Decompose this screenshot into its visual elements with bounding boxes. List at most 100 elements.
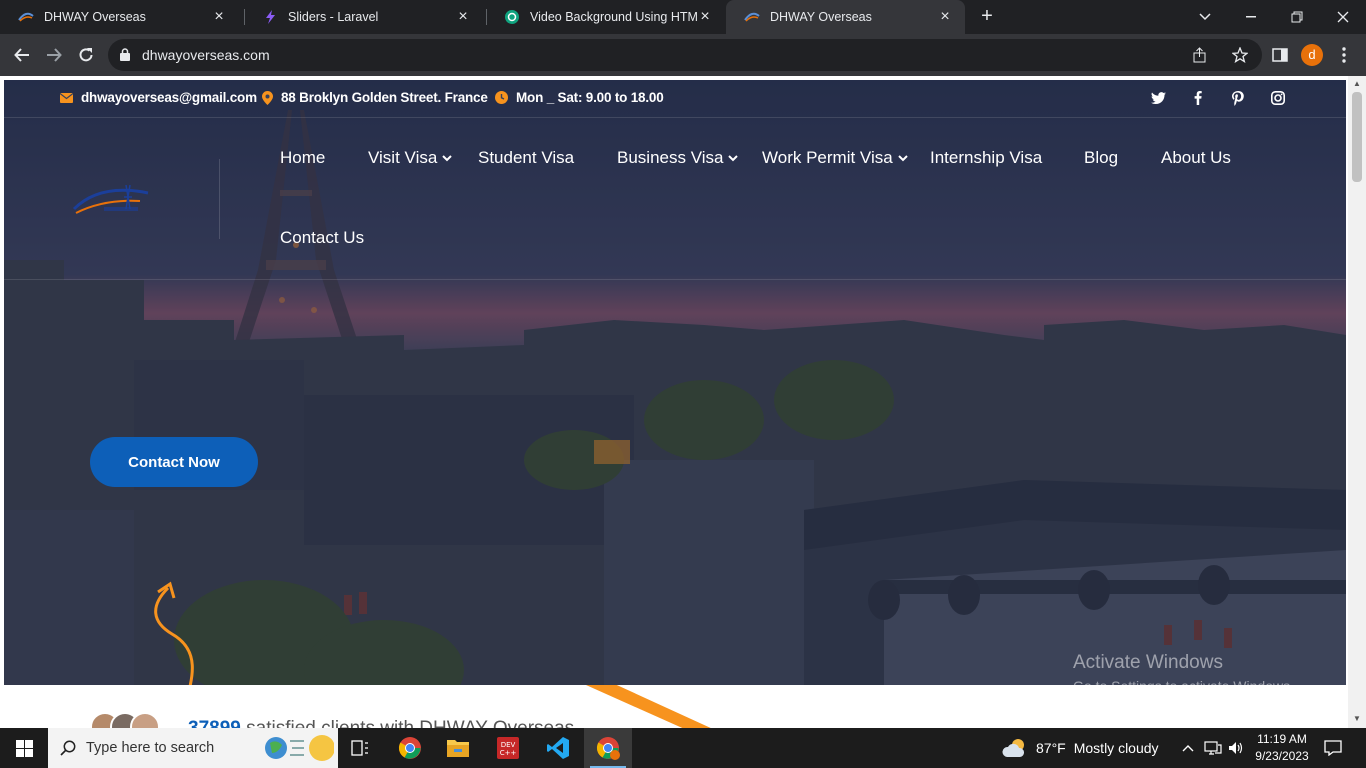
clock-icon: [495, 91, 508, 104]
side-panel-icon[interactable]: [1270, 45, 1290, 65]
clients-label: satisfied clients with DHWAY Overseas: [241, 718, 574, 728]
task-view-icon: [351, 740, 368, 756]
browser-toolbar: dhwayoverseas.com d: [0, 34, 1366, 76]
volume-icon[interactable]: [1228, 728, 1244, 768]
tab-title: Sliders - Laravel: [288, 10, 379, 24]
nav-label: Student Visa: [478, 148, 575, 167]
windows-start-button[interactable]: [0, 728, 48, 768]
top-info-bar: dhwayoverseas@gmail.com 88 Broklyn Golde…: [4, 80, 1346, 118]
lock-icon[interactable]: [120, 48, 130, 66]
email-info[interactable]: dhwayoverseas@gmail.com: [60, 90, 257, 105]
task-view-button[interactable]: [336, 728, 384, 768]
chrome-icon: [596, 737, 620, 760]
clock-date: 9/23/2023: [1255, 749, 1309, 763]
nav-contact-us[interactable]: Contact Us: [280, 228, 364, 248]
weather-temp: 87°F: [1036, 740, 1066, 756]
chrome-taskbar-app[interactable]: [386, 728, 434, 768]
browser-tab-1[interactable]: DHWAY Overseas ×: [0, 0, 239, 34]
clients-count: 37899: [188, 718, 241, 728]
nav-label: Internship Visa: [930, 148, 1043, 167]
cloudy-weather-icon: [1002, 739, 1025, 757]
restore-window-button[interactable]: [1274, 0, 1320, 34]
instagram-icon[interactable]: [1270, 90, 1286, 106]
weather-widget[interactable]: 87°F Mostly cloudy: [1002, 728, 1159, 768]
chevron-down-icon: [728, 154, 739, 162]
scrollbar-thumb[interactable]: [1352, 92, 1362, 182]
nav-home[interactable]: Home: [280, 148, 325, 168]
nav-internship-visa[interactable]: Internship Visa: [930, 148, 1042, 168]
scroll-up-icon[interactable]: ▲: [1352, 79, 1362, 89]
twitter-icon[interactable]: [1150, 90, 1166, 106]
watermark-title: Activate Windows: [1073, 652, 1223, 673]
forward-arrow-icon[interactable]: [42, 43, 66, 67]
email-text: dhwayoverseas@gmail.com: [81, 90, 257, 105]
pinterest-icon[interactable]: [1230, 90, 1246, 106]
address-info: 88 Broklyn Golden Street. France: [262, 90, 488, 105]
nav-visit-visa[interactable]: Visit Visa: [368, 148, 453, 168]
nav-blog[interactable]: Blog: [1084, 148, 1118, 168]
system-clock[interactable]: 11:19 AM 9/23/2023: [1246, 731, 1318, 765]
clock-time: 11:19 AM: [1257, 732, 1307, 746]
tab-search-chevron-icon[interactable]: [1182, 0, 1228, 34]
bookmark-star-icon[interactable]: [1231, 46, 1249, 64]
new-tab-button[interactable]: +: [976, 5, 998, 27]
nav-student-visa[interactable]: Student Visa: [478, 148, 574, 168]
close-tab-icon[interactable]: ×: [211, 9, 227, 25]
network-icon[interactable]: [1204, 728, 1222, 768]
client-avatars: [90, 712, 160, 728]
browser-tab-3[interactable]: Video Background Using HTML5 ×: [486, 0, 725, 34]
vscode-icon: [547, 737, 569, 759]
profile-avatar[interactable]: d: [1301, 44, 1323, 66]
envelope-icon: [60, 92, 73, 103]
windows-taskbar: Type here to search DEV C++ 87°F Mostly c…: [0, 728, 1366, 768]
nav-business-visa[interactable]: Business Visa: [617, 148, 739, 168]
file-explorer-taskbar-app[interactable]: [434, 728, 482, 768]
browser-tab-2[interactable]: Sliders - Laravel ×: [244, 0, 483, 34]
more-menu-icon[interactable]: [1334, 45, 1354, 65]
nav-label: Home: [280, 148, 326, 167]
dhway-favicon-icon: [744, 9, 760, 25]
close-tab-icon[interactable]: ×: [937, 9, 953, 25]
nav-label: Business Visa: [617, 148, 724, 167]
contact-now-button[interactable]: Contact Now: [90, 437, 258, 487]
address-text: 88 Broklyn Golden Street. France: [281, 90, 488, 105]
close-tab-icon[interactable]: ×: [455, 9, 471, 25]
devcpp-taskbar-app[interactable]: DEV C++: [484, 728, 532, 768]
scroll-down-icon[interactable]: ▼: [1352, 714, 1362, 724]
nav-label: Contact Us: [280, 228, 365, 247]
hours-text: Mon _ Sat: 9.00 to 18.00: [516, 90, 664, 105]
notification-icon: [1324, 740, 1342, 756]
page-scrollbar[interactable]: ▲ ▼: [1348, 76, 1366, 728]
chevron-down-icon: [442, 154, 453, 162]
close-tab-icon[interactable]: ×: [697, 9, 713, 25]
browser-tab-4-active[interactable]: DHWAY Overseas ×: [726, 0, 965, 34]
weather-desc: Mostly cloudy: [1073, 740, 1159, 756]
chevron-up-icon: [1182, 745, 1194, 752]
chrome-profile-taskbar-app-active[interactable]: [584, 728, 632, 768]
address-bar[interactable]: dhwayoverseas.com: [108, 39, 1262, 71]
facebook-icon[interactable]: [1190, 90, 1206, 106]
tab-title: DHWAY Overseas: [44, 10, 146, 24]
nav-label: Work Permit Visa: [762, 148, 893, 167]
nav-work-permit-visa[interactable]: Work Permit Visa: [762, 148, 908, 168]
notifications-button[interactable]: [1324, 728, 1342, 768]
nav-about-us[interactable]: About Us: [1161, 148, 1231, 168]
logo-divider: [219, 159, 220, 239]
browser-tabstrip: DHWAY Overseas × Sliders - Laravel × Vid…: [0, 0, 1366, 34]
taskbar-search-box[interactable]: Type here to search: [48, 728, 338, 768]
minimize-window-button[interactable]: [1228, 0, 1274, 34]
show-hidden-icons-button[interactable]: [1182, 728, 1194, 768]
search-icon: [60, 740, 76, 756]
reload-icon[interactable]: [74, 43, 98, 67]
nav-label: About Us: [1161, 148, 1231, 167]
share-icon[interactable]: [1192, 47, 1208, 63]
search-highlight-icon: [260, 733, 335, 763]
tab-title: DHWAY Overseas: [770, 10, 872, 24]
back-arrow-icon[interactable]: [10, 43, 34, 67]
main-navigation: Home Visit Visa Student Visa Business Vi…: [4, 119, 1346, 280]
vscode-taskbar-app[interactable]: [534, 728, 582, 768]
activate-windows-watermark: Activate Windows Go to Settings to activ…: [1073, 652, 1294, 694]
hours-info: Mon _ Sat: 9.00 to 18.00: [495, 90, 664, 105]
dhway-logo[interactable]: [70, 179, 152, 219]
close-window-button[interactable]: [1320, 0, 1366, 34]
